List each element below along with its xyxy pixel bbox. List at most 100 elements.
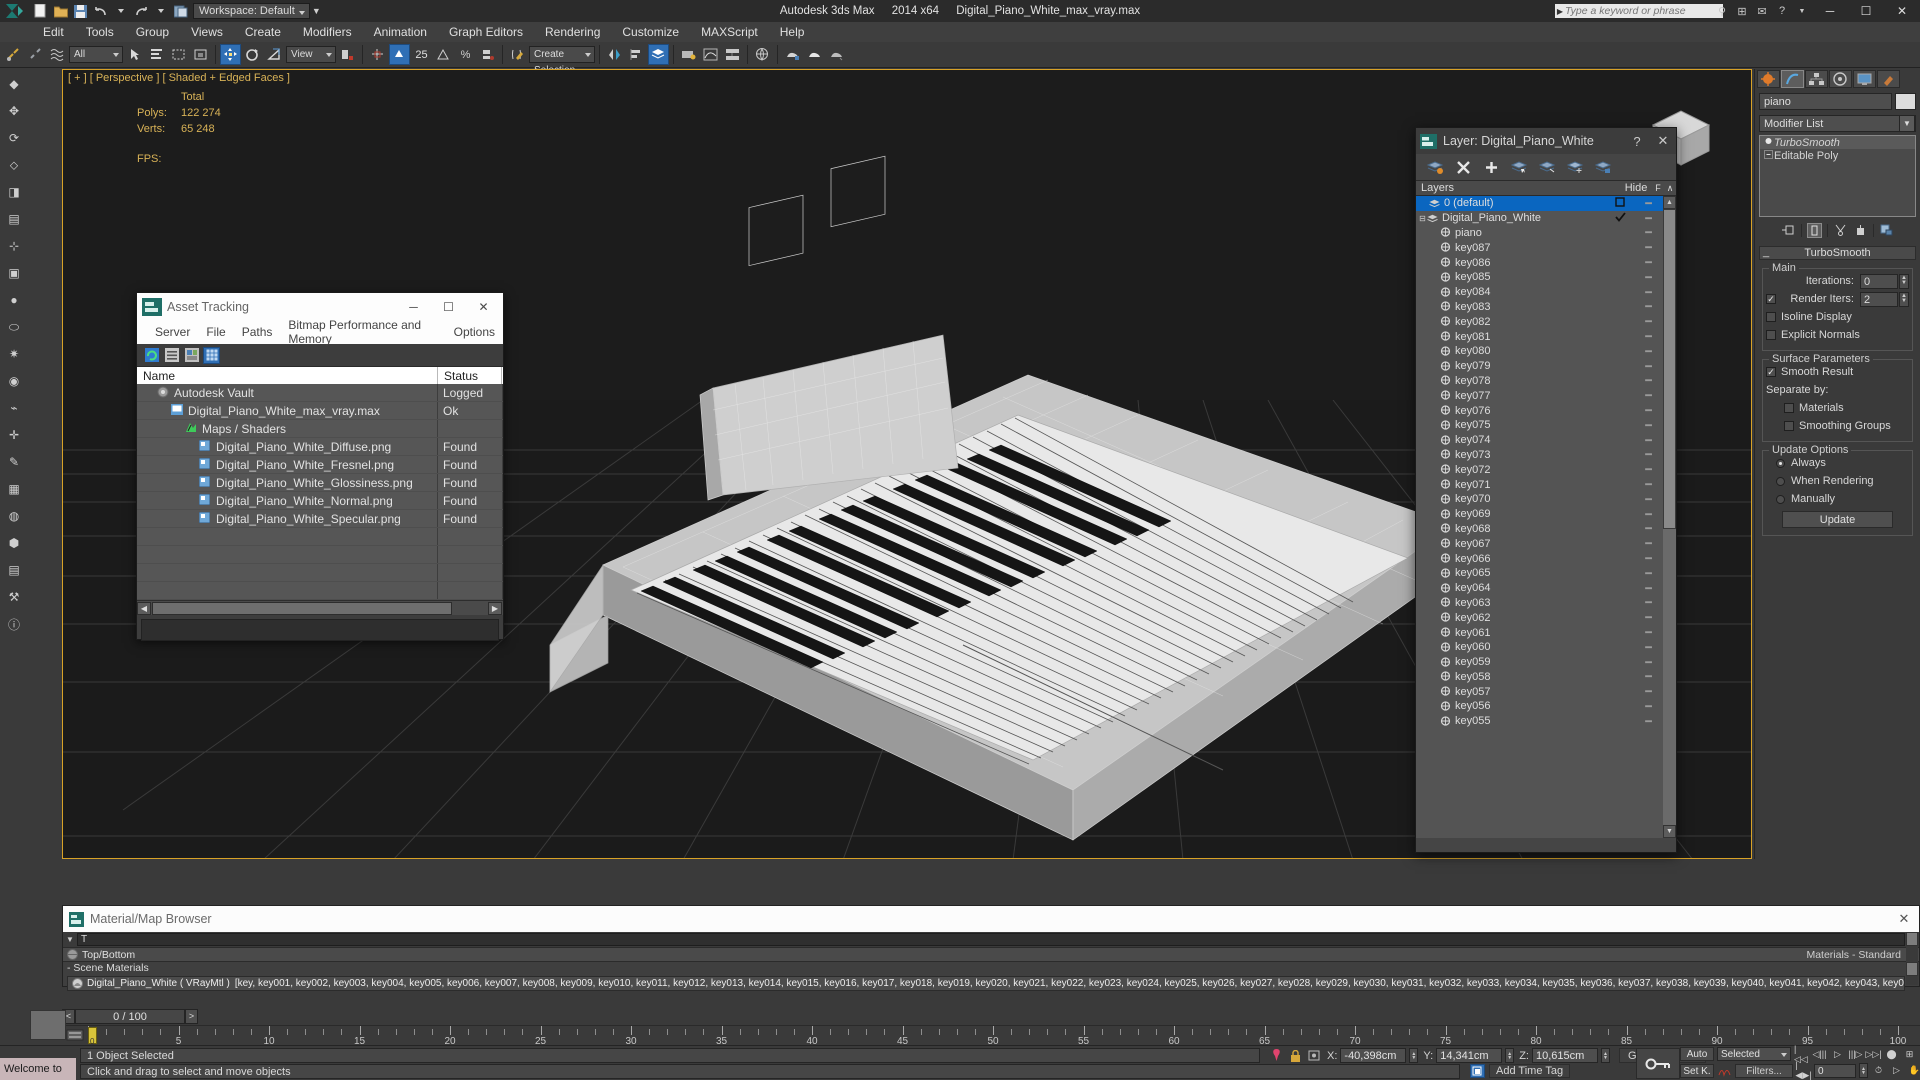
hscroll-thumb[interactable] — [152, 601, 452, 615]
menu-item-group[interactable]: Group — [125, 22, 180, 42]
layer-name-cell[interactable]: key084 — [1416, 286, 1607, 298]
at-menu-file[interactable]: File — [198, 325, 233, 339]
layer-hide-cell[interactable]: ━ — [1633, 226, 1663, 239]
select-highlighted-layers-objects-icon[interactable] — [1594, 158, 1612, 176]
workspace-more-icon[interactable]: ▼ — [310, 6, 323, 16]
curve-editor-icon[interactable] — [700, 44, 721, 65]
menu-item-animation[interactable]: Animation — [363, 22, 438, 42]
window-crossing-icon[interactable] — [190, 44, 211, 65]
layer-row[interactable]: key067 ━ — [1416, 536, 1663, 551]
layer-row[interactable]: key083 ━ — [1416, 300, 1663, 315]
search-box[interactable]: ▶ — [1554, 3, 1724, 19]
render-iters-spinner[interactable]: ▲ ▼ — [1899, 291, 1909, 307]
modifier-stack-item[interactable]: TurboSmooth — [1760, 136, 1915, 149]
render-setup-icon[interactable] — [782, 44, 803, 65]
at-menu-bitmap-performance-and-memory[interactable]: Bitmap Performance and Memory — [280, 318, 445, 346]
layer-col-freeze[interactable]: F — [1652, 183, 1664, 193]
modifier-icon[interactable]: ✎ — [2, 450, 26, 474]
smooth-result-checkbox[interactable]: ✓ — [1766, 367, 1776, 377]
vscroll-up-button[interactable]: ▲ — [1663, 196, 1676, 209]
layer-list[interactable]: 0 (default) ━ ⊟ Digital_Piano_White ━ piano ━ k… — [1416, 196, 1676, 838]
current-frame-field[interactable]: 0 / 100 — [75, 1008, 185, 1024]
snap-toggle-icon[interactable] — [367, 44, 388, 65]
tab-motion[interactable] — [1829, 70, 1852, 88]
menu-item-rendering[interactable]: Rendering — [534, 22, 611, 42]
explicit-normals-checkbox[interactable] — [1766, 330, 1776, 340]
y-spinner[interactable]: ▲ ▼ — [1505, 1048, 1515, 1063]
layer-name-cell[interactable]: key063 — [1416, 597, 1607, 609]
menu-item-create[interactable]: Create — [234, 22, 292, 42]
pin-stack-icon[interactable] — [1781, 223, 1796, 238]
signin-icon[interactable]: ⚲ — [1714, 3, 1730, 19]
layer-row[interactable]: key059 ━ — [1416, 655, 1663, 670]
x-coordinate-field[interactable]: -40,398cm — [1340, 1048, 1407, 1063]
layer-row[interactable]: key076 ━ — [1416, 403, 1663, 418]
select-object-icon[interactable]: ◆ — [2, 72, 26, 96]
menu-item-edit[interactable]: Edit — [32, 22, 75, 42]
select-and-rotate-icon[interactable] — [242, 44, 263, 65]
hand-pan-icon[interactable]: ✋ — [1907, 1064, 1920, 1078]
layer-row[interactable]: key068 ━ — [1416, 522, 1663, 537]
next-frame-button[interactable]: > — [185, 1008, 198, 1024]
layer-hide-cell[interactable]: ━ — [1633, 256, 1663, 269]
box-icon[interactable]: ▣ — [2, 261, 26, 285]
tab-utilities[interactable] — [1877, 70, 1900, 88]
hscroll-left-button[interactable]: ◀ — [137, 601, 151, 615]
bind-space-warp-icon[interactable] — [47, 44, 68, 65]
layer-row[interactable]: key078 ━ — [1416, 374, 1663, 389]
asset-name-cell[interactable] — [137, 528, 438, 545]
layer-hide-cell[interactable]: ━ — [1633, 419, 1663, 432]
layer-hide-cell[interactable]: ━ — [1633, 434, 1663, 447]
rectangular-selection-region-icon[interactable] — [168, 44, 189, 65]
layer-sort-icon[interactable]: ∧ — [1664, 183, 1676, 194]
layer-name-cell[interactable]: key069 — [1416, 508, 1607, 520]
layer-name-cell[interactable]: key072 — [1416, 464, 1607, 476]
layer-name-cell[interactable]: ⊟ Digital_Piano_White — [1416, 212, 1607, 224]
layer-hide-cell[interactable]: ━ — [1633, 286, 1663, 299]
refresh-icon[interactable] — [143, 347, 160, 364]
rotate-icon[interactable]: ⟳ — [2, 126, 26, 150]
menu-item-views[interactable]: Views — [180, 22, 234, 42]
project-folder-icon[interactable] — [172, 3, 189, 20]
welcome-taskbar-item[interactable]: Welcome to — [0, 1058, 76, 1080]
layer-col-hide[interactable]: Hide — [1620, 182, 1652, 194]
y-coordinate-field[interactable]: 14,341cm — [1436, 1048, 1503, 1063]
layer-hide-cell[interactable]: ━ — [1633, 197, 1663, 210]
layer-row[interactable]: key062 ━ — [1416, 610, 1663, 625]
layer-icon[interactable]: ▤ — [2, 558, 26, 582]
layer-name-cell[interactable]: key079 — [1416, 360, 1607, 372]
layer-vscrollbar[interactable]: ▲ ▼ — [1663, 196, 1676, 838]
select-by-name-icon[interactable] — [146, 44, 167, 65]
layer-dialog-titlebar[interactable]: Layer: Digital_Piano_White ? ✕ — [1416, 128, 1676, 154]
spline-icon[interactable]: ⌁ — [2, 396, 26, 420]
layer-hide-cell[interactable]: ━ — [1633, 493, 1663, 506]
modifier-stack-item[interactable]: Editable Poly — [1760, 149, 1915, 162]
layer-hide-cell[interactable]: ━ — [1633, 448, 1663, 461]
layer-row[interactable]: key075 ━ — [1416, 418, 1663, 433]
viewport-label[interactable]: [ + ] [ Perspective ] [ Shaded + Edged F… — [68, 72, 290, 84]
grid-view-icon[interactable] — [203, 346, 220, 364]
render-iters-checkbox[interactable]: ✓ — [1766, 294, 1776, 304]
asset-name-cell[interactable]: Digital_Piano_White_Fresnel.png — [137, 456, 438, 473]
play-animation-icon[interactable]: ▷ — [1830, 1047, 1845, 1061]
layer-name-cell[interactable]: key058 — [1416, 671, 1607, 683]
object-name-field[interactable]: piano — [1759, 93, 1892, 110]
layer-current-box-icon[interactable] — [1607, 197, 1633, 210]
layer-row[interactable]: key063 ━ — [1416, 596, 1663, 611]
search-input[interactable] — [1565, 5, 1695, 17]
layer-name-cell[interactable]: key055 — [1416, 715, 1607, 727]
layer-name-cell[interactable]: 0 (default) — [1416, 197, 1607, 209]
layer-hide-cell[interactable]: ━ — [1633, 404, 1663, 417]
named-selection-dropdown[interactable]: Create Selection S — [529, 46, 595, 92]
material-list-item[interactable]: Digital_Piano_White ( VRayMtl ) [key, ke… — [67, 976, 1905, 991]
layer-row[interactable]: key082 ━ — [1416, 314, 1663, 329]
layer-row[interactable]: piano ━ — [1416, 226, 1663, 241]
layer-row[interactable]: key073 ━ — [1416, 448, 1663, 463]
angle-snap-icon[interactable] — [389, 44, 410, 65]
asset-name-cell[interactable]: Digital_Piano_White_max_vray.max — [137, 402, 438, 419]
layer-row[interactable]: key080 ━ — [1416, 344, 1663, 359]
select-object-icon[interactable] — [124, 44, 145, 65]
isoline-display-checkbox[interactable] — [1766, 312, 1776, 322]
cylinder-icon[interactable]: ⬭ — [2, 315, 26, 339]
object-color-swatch[interactable] — [1895, 93, 1916, 110]
